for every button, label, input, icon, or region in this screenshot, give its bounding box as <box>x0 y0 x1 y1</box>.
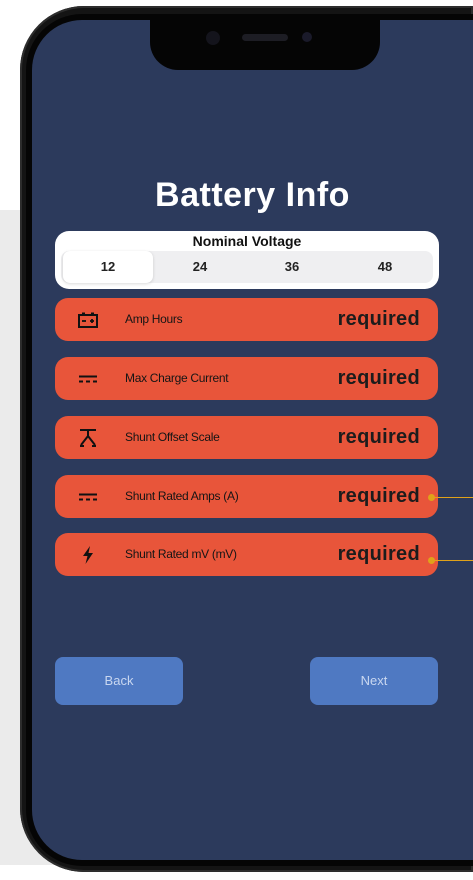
shunt-offset-scale-field[interactable]: Shunt Offset Scale required <box>55 416 438 459</box>
voltage-option-48[interactable]: 48 <box>339 251 431 283</box>
shunt-rated-amps-value: required <box>337 485 420 507</box>
max-charge-current-value: required <box>337 367 420 389</box>
speaker-grille <box>242 34 288 41</box>
voltage-segmented-control: 12 24 36 48 <box>61 251 433 283</box>
shunt-rated-mv-field[interactable]: Shunt Rated mV (mV) required <box>55 533 438 576</box>
voltage-option-24[interactable]: 24 <box>155 251 245 283</box>
scale-icon <box>71 416 105 459</box>
phone-notch <box>150 20 380 70</box>
shunt-offset-scale-label: Shunt Offset Scale <box>125 430 220 444</box>
voltage-option-36[interactable]: 36 <box>247 251 337 283</box>
battery-icon <box>71 298 105 341</box>
dc-current-icon <box>71 475 105 518</box>
back-button[interactable]: Back <box>55 657 183 705</box>
dc-current-icon <box>71 357 105 400</box>
next-button[interactable]: Next <box>310 657 438 705</box>
max-charge-current-field[interactable]: Max Charge Current required <box>55 357 438 400</box>
camera-icon <box>302 32 312 42</box>
voltage-option-12[interactable]: 12 <box>63 251 153 283</box>
nominal-voltage-title: Nominal Voltage <box>192 233 302 249</box>
shunt-rated-amps-label: Shunt Rated Amps (A) <box>125 489 239 503</box>
shunt-rated-mv-label: Shunt Rated mV (mV) <box>125 547 237 561</box>
amp-hours-label: Amp Hours <box>125 312 183 326</box>
lightning-bolt-icon <box>71 533 105 576</box>
callout-line <box>432 497 473 498</box>
amp-hours-value: required <box>337 308 420 330</box>
callout-line <box>432 560 473 561</box>
shunt-offset-scale-value: required <box>337 426 420 448</box>
max-charge-current-label: Max Charge Current <box>125 371 229 385</box>
nominal-voltage-selector: Nominal Voltage 12 24 36 48 <box>55 231 439 289</box>
page-title: Battery Info <box>155 176 350 214</box>
shunt-rated-amps-field[interactable]: Shunt Rated Amps (A) required <box>55 475 438 518</box>
sensor-icon <box>206 31 220 45</box>
amp-hours-field[interactable]: Amp Hours required <box>55 298 438 341</box>
shunt-rated-mv-value: required <box>337 543 420 565</box>
